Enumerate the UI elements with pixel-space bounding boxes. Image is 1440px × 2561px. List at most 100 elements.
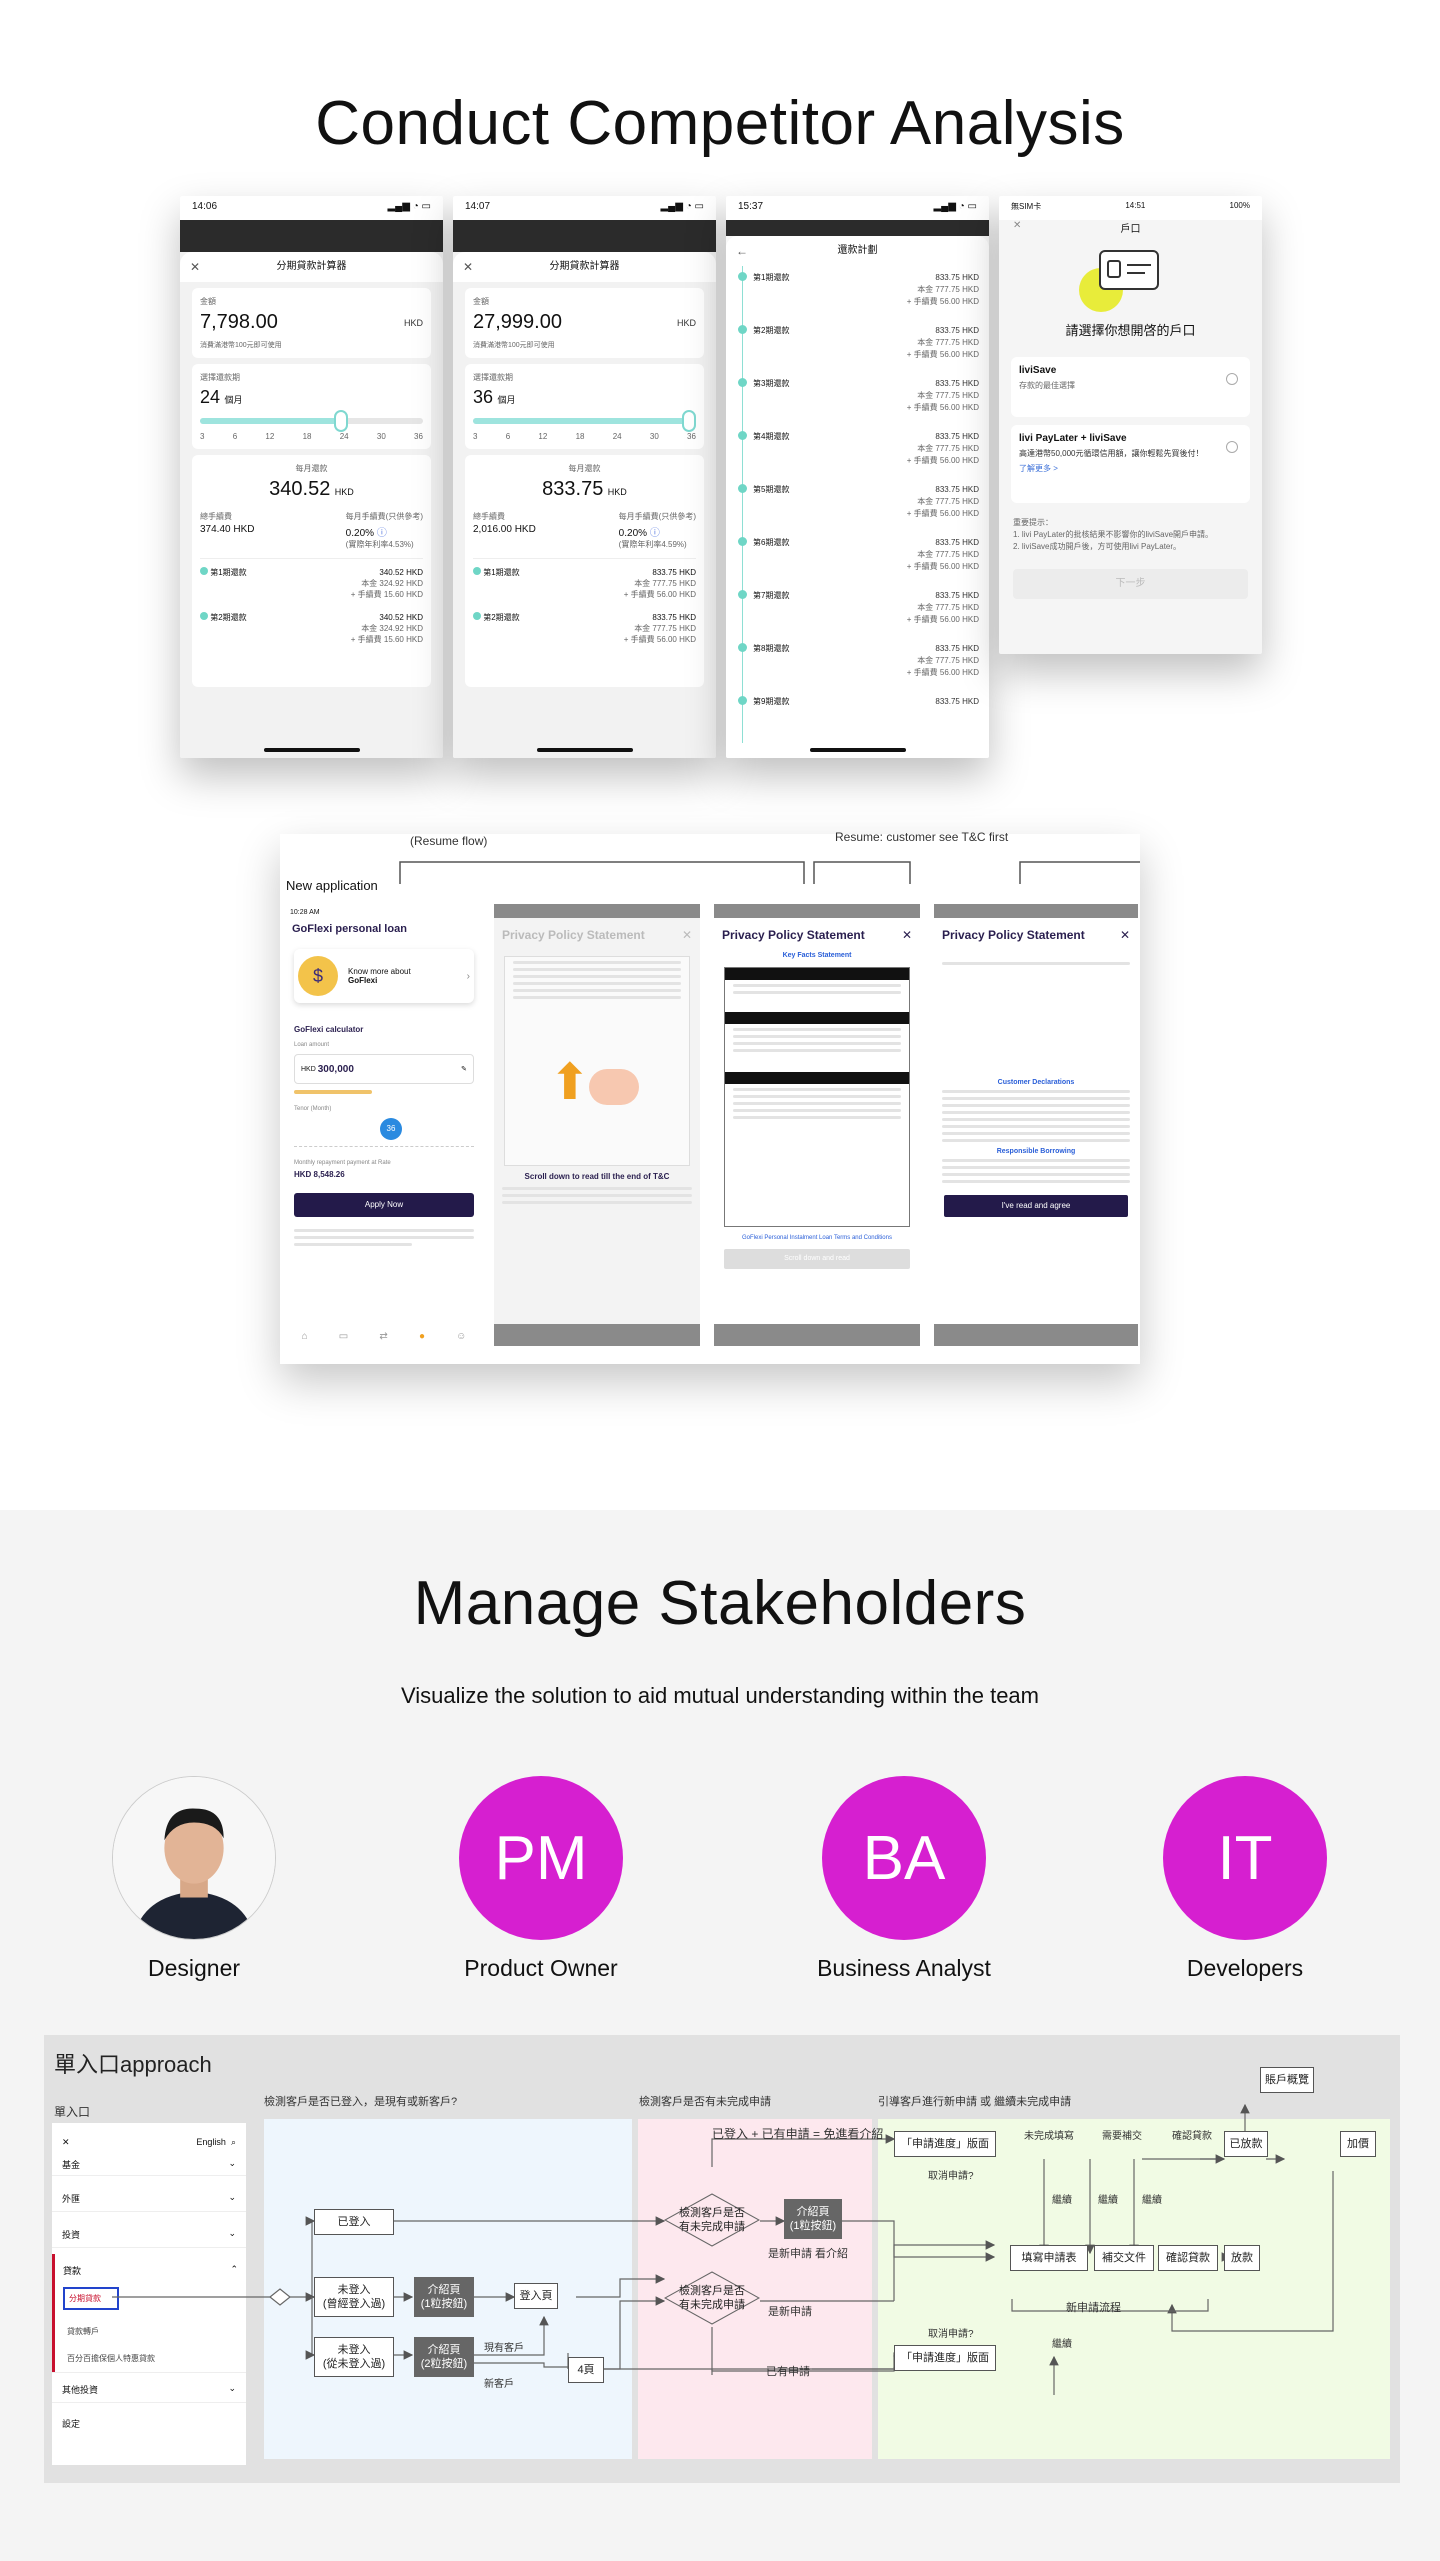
repayment-row: 第7期還款 833.75 HKD 本金 777.75 HKD + 手續費 56.00 … [738,584,989,637]
scroll-hint: Scroll down to read till the end of T&C [524,1172,670,1181]
installment-total: 833.75 HKD [935,591,979,600]
node-check-pending-1: 檢測客戶是否 有未完成申請 [664,2193,760,2247]
next-button[interactable]: 下一步 [1013,569,1248,599]
tenor-unit: 個月 [224,395,243,405]
label-new-app-flow: 新申請流程 [1066,2302,1121,2314]
info-icon[interactable]: ⓘ [650,528,660,539]
home-icon[interactable]: ⌂ [302,1331,308,1342]
installment-label: 第7期還款 [753,591,790,600]
installment-total: 833.75 HKD [935,273,979,282]
installment-total: 833.75 HKD [935,379,979,388]
close-icon[interactable]: ✕ [1120,928,1130,942]
node-confirm-loan: 確認貸款 [1158,2245,1218,2271]
installment-principal: 本金 777.75 HKD [917,656,979,665]
installment-label: 第4期還款 [753,432,790,441]
close-icon[interactable]: ✕ [190,252,200,282]
label-confirm: 確認貸款 [1172,2131,1212,2142]
close-icon[interactable]: ✕ [463,252,473,282]
loan-amount-input[interactable]: HKD 300,000 ✎ [294,1054,474,1084]
bottom-nav[interactable]: ⌂ ▭ ⇄ ● ☺ [286,1331,482,1342]
label-cancel-2: 取消申請? [928,2329,974,2340]
promo-banner[interactable]: $ Know more about GoFlexi › [294,949,474,1003]
label-skip-intro: 已登入 + 已有申請 = 免進看介紹 [712,2127,884,2141]
business-analyst-avatar: BA [822,1776,986,1940]
installment-fee: + 手續費 56.00 HKD [906,350,979,359]
close-icon[interactable]: ✕ [1013,220,1021,231]
installment-fee: + 手續費 56.00 HKD [906,456,979,465]
node-topup: 加價 [1340,2131,1376,2157]
amount-value[interactable]: 27,999.00 [473,311,562,334]
amount-value[interactable]: 7,798.00 [200,311,278,334]
repayment-row: 第9期還款 833.75 HKD [738,690,989,743]
node-progress-1: 「申請進度」版面 [894,2131,996,2157]
label-existing-customer: 現有客戶 [484,2343,524,2354]
tenor-label: 選擇還款期 [200,373,240,382]
node-intro-1btn: 介紹頁 (1粒按鈕) [414,2277,474,2317]
installment-principal: 本金 777.75 HKD [917,285,979,294]
tenor-slider[interactable] [473,410,696,432]
scroll-down-button[interactable]: Scroll down and read [724,1249,910,1269]
persona-label-developers: Developers [1186,1955,1304,1981]
installment-label: 第3期還款 [753,379,790,388]
section-title-competitor: Conduct Competitor Analysis [315,89,1125,158]
installment-total: 833.75 HKD [935,485,979,494]
node-not-logged-existing: 未登入 (曾經登入過) [314,2277,394,2317]
tenor-slider[interactable] [200,410,423,432]
radio-icon[interactable] [1226,441,1238,453]
option-livisave[interactable]: liviSave 存款的最佳選擇 [1011,357,1250,417]
timeline-dot [738,431,747,440]
node-intro-3: 介紹頁 (1粒按鈕) [784,2199,842,2239]
kfs-table [724,967,910,1227]
summary-card: 每月還款 340.52 HKD 總手續費 374.40 HKD 每月手續費(只供參… [192,455,431,687]
agree-button[interactable]: I've read and agree [944,1195,1128,1217]
resume-tc-label: Resume: customer see T&C first [835,830,1009,844]
chevron-right-icon: › [466,970,470,982]
back-arrow-icon[interactable]: ← [736,236,748,266]
transfer-icon[interactable]: ⇄ [379,1331,387,1342]
card-icon[interactable]: ▭ [339,1331,348,1342]
info-icon[interactable]: ⓘ [377,528,387,539]
node-fill-form: 填寫申請表 [1010,2245,1088,2271]
option-paylater[interactable]: livi PayLater + liviSave 高達港幣50,000元循環信用… [1011,425,1250,503]
section-subtitle: Visualize the solution to aid mutual und… [401,1683,1039,1708]
loan-slider[interactable] [294,1090,373,1094]
apply-now-button[interactable]: Apply Now [294,1193,474,1217]
close-icon[interactable]: ✕ [902,928,912,942]
profile-icon[interactable]: ☺ [456,1331,466,1342]
phone-account-select: 無SIM卡 14:51 100% ✕ 戶口 請選擇你想開啓的戶口 liviSave 存… [999,196,1262,654]
status-icons: ▂▄▆ ◔ ▭ [933,201,977,212]
resume-flow-label: (Resume flow) [410,834,488,848]
tenor-ruler[interactable]: 36 [294,1118,474,1158]
installment-total: 833.75 HKD [935,697,979,706]
status-time: 14:07 [465,201,491,212]
repayment-row: 第2期還款 833.75 HKD 本金 777.75 HKD + 手續費 56.00 … [738,319,989,372]
installment-label: 第1期還款 [753,273,790,282]
label-cancel-1: 取消申請? [928,2171,974,2182]
node-intro-2btn: 介紹頁 (2粒按鈕) [414,2337,474,2377]
installment-total: 833.75 HKD [935,644,979,653]
repayment-row: 第4期還款 833.75 HKD 本金 777.75 HKD + 手續費 56.00 … [738,425,989,478]
installment-label: 第8期還款 [753,644,790,653]
timeline-dot [738,272,747,281]
label-new-app-intro: 是新申請 看介紹 [768,2248,849,2260]
goflexi-app-screen: 10:28 AM GoFlexi personal loan $ Know mo… [286,906,482,1346]
flow-connectors [399,861,1140,884]
installment-label: 第2期還款 [753,326,790,335]
loan-icon[interactable]: ● [419,1331,425,1342]
privacy-policy-agree-screen: Privacy Policy Statement ✕ Customer Decla… [934,904,1138,1346]
close-icon[interactable]: ✕ [682,928,692,942]
slider-handle[interactable] [682,410,696,432]
slider-handle[interactable] [333,410,348,432]
installment-fee: + 手續費 56.00 HKD [906,403,979,412]
node-login-page: 登入頁 [514,2283,558,2309]
label-continue-4: 繼續 [1052,2339,1072,2350]
node-account-overview: 賬戶概覽 [1260,2067,1314,2093]
repayment-row: 第5期還款 833.75 HKD 本金 777.75 HKD + 手續費 56.00 … [738,478,989,531]
radio-icon[interactable] [1226,373,1238,385]
application-flow: (Resume flow) Resume: customer see T&C f… [280,830,1140,1364]
installment-principal: 本金 777.75 HKD [917,603,979,612]
monthly-value: 340.52 [269,478,331,500]
tenor-value: 36 [473,387,494,407]
edit-icon[interactable]: ✎ [461,1065,467,1073]
learn-more-link[interactable]: 了解更多 > [1019,463,1242,474]
